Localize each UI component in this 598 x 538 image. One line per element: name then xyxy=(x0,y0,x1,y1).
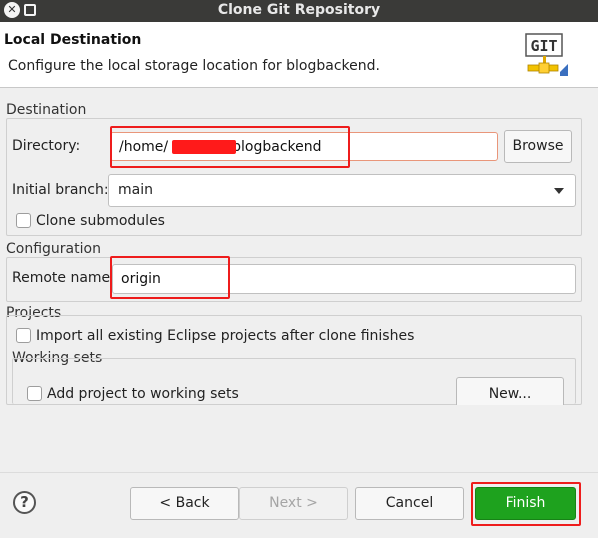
next-button[interactable]: Next > xyxy=(239,487,348,520)
footer-separator xyxy=(0,472,598,473)
back-button[interactable]: < Back xyxy=(130,487,239,520)
git-logo-icon: GIT xyxy=(525,33,568,76)
window-titlebar: ✕ Clone Git Repository xyxy=(0,0,598,22)
directory-label: Directory: xyxy=(12,138,81,154)
destination-group-label: Destination xyxy=(6,102,87,118)
question-circle-icon[interactable]: ? xyxy=(13,491,36,514)
remote-name-highlight xyxy=(110,256,230,299)
clone-submodules-checkbox[interactable] xyxy=(16,213,31,228)
add-to-working-sets-label: Add project to working sets xyxy=(47,386,239,402)
chevron-down-icon xyxy=(554,188,564,194)
initial-branch-value: main xyxy=(118,182,153,198)
window-title: Clone Git Repository xyxy=(217,2,381,18)
finish-highlight xyxy=(471,482,581,526)
browse-button[interactable]: Browse xyxy=(504,130,572,163)
git-logo-text: GIT xyxy=(530,37,557,55)
wizard-header: Local Destination Configure the local st… xyxy=(0,22,598,88)
page-title: Local Destination xyxy=(4,32,142,48)
page-description: Configure the local storage location for… xyxy=(8,58,380,74)
clone-submodules-label: Clone submodules xyxy=(36,213,165,229)
import-projects-label: Import all existing Eclipse projects aft… xyxy=(36,328,415,344)
initial-branch-select[interactable]: main xyxy=(108,174,576,207)
initial-branch-label: Initial branch: xyxy=(12,182,109,198)
import-projects-checkbox[interactable] xyxy=(16,328,31,343)
new-working-set-button[interactable]: New... xyxy=(456,377,564,405)
remote-name-label: Remote name: xyxy=(12,270,115,286)
cancel-button[interactable]: Cancel xyxy=(355,487,464,520)
directory-highlight xyxy=(110,126,350,168)
add-to-working-sets-checkbox[interactable] xyxy=(27,386,42,401)
configuration-group-label: Configuration xyxy=(6,241,101,257)
